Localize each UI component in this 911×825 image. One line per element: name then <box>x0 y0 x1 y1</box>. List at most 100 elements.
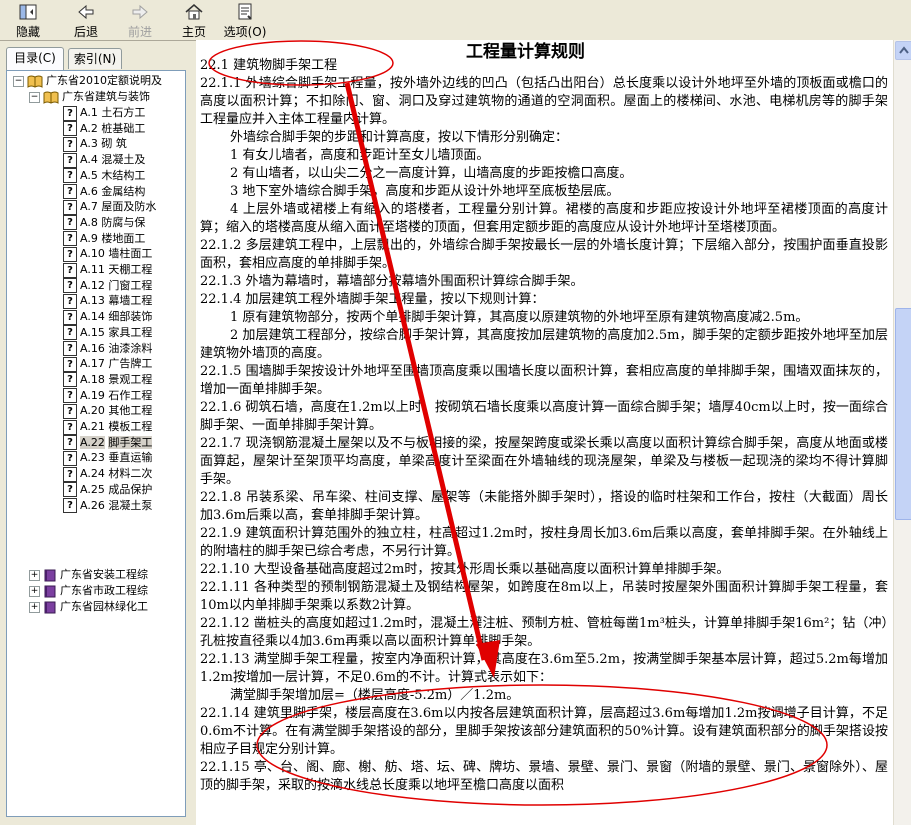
rule-paragraph: 外墙综合脚手架的步距和计算高度，按以下情形分别确定： <box>230 130 569 145</box>
options-button[interactable]: 选项(O) <box>222 2 268 39</box>
scroll-up-button[interactable] <box>895 41 911 60</box>
rule-paragraph: 1 有女儿墙者，高度和步距计至女儿墙顶面。 <box>230 148 490 163</box>
tree-item-a-18[interactable]: ? A.18 景观工程 <box>63 372 152 388</box>
hide-pane-icon <box>19 4 37 20</box>
tree-item-a-17[interactable]: ? A.17 广告牌工 <box>63 356 152 372</box>
rule-paragraph: 2 加层建筑工程部分，按综合脚手架计算，其高度按加层建筑物的高度加2.5m，脚手… <box>200 328 888 361</box>
tree-node-building[interactable]: − 广东省建筑与装饰 <box>29 89 150 105</box>
tree-item-a-2[interactable]: ? A.2 桩基础工 <box>63 121 145 137</box>
rule-paragraph: 22.1 建筑物脚手架工程 <box>200 58 338 73</box>
contents-tree: − 广东省2010定额说明及 − 广东省建筑与装饰 ? A.1 土石方工? A.2 桩基… <box>6 70 186 817</box>
tree-item-a-4[interactable]: ? A.4 混凝土及 <box>63 152 145 168</box>
rule-paragraph: 22.1.14 建筑里脚手架，楼层高度在3.6m以内按各层建筑面积计算，层高超过… <box>200 706 888 757</box>
tree-item-a-15[interactable]: ? A.15 家具工程 <box>63 325 152 341</box>
tree-item-a-6[interactable]: ? A.6 金属结构 <box>63 184 145 200</box>
help-page-icon: ? <box>63 136 77 152</box>
expand-icon[interactable]: + <box>29 569 40 581</box>
tree-item-a-8[interactable]: ? A.8 防腐与保 <box>63 215 145 231</box>
rule-paragraph: 3 地下室外墙综合脚手架，高度和步距从设计外地坪至底板垫层底。 <box>230 184 620 199</box>
back-arrow-icon <box>78 4 94 20</box>
tab-index[interactable]: 索引(N) <box>68 48 122 69</box>
tree-node-other-book[interactable]: + 广东省园林绿化工 <box>29 599 148 615</box>
help-page-icon: ? <box>63 482 77 498</box>
tree-item-a-13[interactable]: ? A.13 幕墙工程 <box>63 293 152 309</box>
tree-item-a-26[interactable]: ? A.26 混凝土泵 <box>63 498 152 514</box>
tree-item-a-14[interactable]: ? A.14 细部装饰 <box>63 309 152 325</box>
help-page-icon: ? <box>63 215 77 231</box>
tree-item-a-25[interactable]: ? A.25 成品保护 <box>63 482 152 498</box>
help-page-icon: ? <box>63 231 77 247</box>
tree-item-a-7[interactable]: ? A.7 屋面及防水 <box>63 199 156 215</box>
arrow-up-icon <box>899 46 909 54</box>
toolbar: 隐藏 后退 前进 主页 选项(O) <box>0 0 911 41</box>
tab-contents[interactable]: 目录(C) <box>6 47 64 70</box>
help-page-icon: ? <box>63 450 77 466</box>
rule-paragraph: 22.1.9 建筑面积计算范围外的独立柱，柱高超过1.2m时，按柱身周长加3.6… <box>200 526 888 559</box>
help-page-icon: ? <box>63 293 77 309</box>
help-page-icon: ? <box>63 152 77 168</box>
book-open-icon <box>43 91 59 104</box>
collapse-icon[interactable]: − <box>13 75 24 87</box>
tree-item-a-3[interactable]: ? A.3 砌 筑 <box>63 136 127 152</box>
help-page-icon: ? <box>63 388 77 404</box>
book-closed-icon <box>44 601 56 613</box>
tree-item-a-21[interactable]: ? A.21 模板工程 <box>63 419 152 435</box>
rule-paragraph: 22.1.8 吊装系梁、吊车梁、柱间支撑、屋架等（未能搭外脚手架时），搭设的临时… <box>200 490 888 523</box>
collapse-icon[interactable]: − <box>29 91 40 103</box>
rule-paragraph: 22.1.10 大型设备基础高度超过2m时，按其外形周长乘以基础高度以面积计算单… <box>200 562 730 577</box>
help-page-icon: ? <box>63 356 77 372</box>
tree-item-a-20[interactable]: ? A.20 其他工程 <box>63 403 152 419</box>
rule-paragraph: 22.1.2 多层建筑工程中，上层飘出的，外墙综合脚手架按最长一层的外墙长度计算… <box>200 238 888 271</box>
book-closed-icon <box>44 585 56 597</box>
rule-paragraph: 1 原有建筑物部分，按两个单排脚手架计算，其高度以原建筑物的外地坪至原有建筑物高… <box>230 310 809 325</box>
help-page-icon: ? <box>63 403 77 419</box>
forward-arrow-icon <box>132 4 148 20</box>
rule-paragraph: 22.1.1 外墙综合脚手架工程量，按外墙外边线的凹凸（包括凸出阳台）总长度乘以… <box>200 76 888 127</box>
tree-item-a-11[interactable]: ? A.11 天棚工程 <box>63 262 152 278</box>
forward-button[interactable]: 前进 <box>122 2 158 39</box>
rule-paragraph: 满堂脚手架增加层=（楼层高度-5.2m）／1.2m。 <box>230 688 520 703</box>
help-page-icon: ? <box>63 278 77 294</box>
scroll-thumb[interactable] <box>895 308 911 520</box>
expand-icon[interactable]: + <box>29 601 40 613</box>
rule-paragraph: 22.1.6 砌筑石墙，高度在1.2m以上时，按砌筑石墙长度乘以高度计算一面综合… <box>200 400 888 433</box>
vertical-scrollbar[interactable] <box>893 40 911 825</box>
help-page-icon: ? <box>63 199 77 215</box>
tree-node-root[interactable]: − 广东省2010定额说明及 <box>13 73 162 89</box>
help-page-icon: ? <box>63 309 77 325</box>
document-content: 工程量计算规则 22.1 建筑物脚手架工程 22.1.1 外墙综合脚手架工程量，按… <box>196 40 893 825</box>
back-label: 后退 <box>73 25 98 39</box>
tree-item-a-12[interactable]: ? A.12 门窗工程 <box>63 278 152 294</box>
rule-paragraph: 22.1.12 凿桩头的高度如超过1.2m时，混凝土灌注桩、预制方桩、管桩每凿1… <box>200 616 888 649</box>
tree-item-a-22[interactable]: ? A.22 脚手架工 <box>63 435 153 451</box>
help-page-icon: ? <box>63 341 77 356</box>
back-button[interactable]: 后退 <box>68 2 104 39</box>
tree-item-a-24[interactable]: ? A.24 材料二次 <box>63 466 152 482</box>
rule-paragraph: 22.1.5 围墙脚手架按设计外地坪至围墙顶高度乘以围墙长度以面积计算，套相应高… <box>200 364 888 397</box>
tree-item-a-16[interactable]: ? A.16 油漆涂料 <box>63 341 152 357</box>
options-label: 选项(O) <box>223 25 267 39</box>
book-closed-icon <box>44 569 56 581</box>
tree-item-a-5[interactable]: ? A.5 木结构工 <box>63 168 145 184</box>
tree-node-other-book[interactable]: + 广东省市政工程综 <box>29 583 148 599</box>
rule-paragraph: 22.1.13 满堂脚手架工程量，按室内净面积计算，其高度在3.6m至5.2m，… <box>200 652 888 685</box>
rules-text: 22.1 建筑物脚手架工程 22.1.1 外墙综合脚手架工程量，按外墙外边线的凹凸… <box>200 57 888 795</box>
home-button[interactable]: 主页 <box>176 2 212 39</box>
expand-icon[interactable]: + <box>29 585 40 597</box>
help-page-icon: ? <box>63 105 77 121</box>
help-page-icon: ? <box>63 419 77 435</box>
tree-item-a-9[interactable]: ? A.9 楼地面工 <box>63 231 145 247</box>
hide-button[interactable]: 隐藏 <box>10 2 46 39</box>
tree-item-a-1[interactable]: ? A.1 土石方工 <box>63 105 145 121</box>
rule-paragraph: 22.1.15 亭、台、阁、廊、榭、舫、塔、坛、碑、牌坊、景墙、景壁、景门、景窗… <box>200 760 888 793</box>
rule-paragraph: 22.1.11 各种类型的预制钢筋混凝土及钢结构屋架，如跨度在8m以上，吊装时按… <box>200 580 888 613</box>
help-page-icon: ? <box>63 121 77 137</box>
tree-node-other-book[interactable]: + 广东省安装工程综 <box>29 567 148 583</box>
book-open-icon <box>27 75 43 88</box>
tree-item-a-19[interactable]: ? A.19 石作工程 <box>63 388 152 404</box>
help-page-icon: ? <box>63 435 77 451</box>
help-page-icon: ? <box>63 184 77 199</box>
navigation-pane: 目录(C) 索引(N) − 广东省2010定额说明及 − 广东省建筑与装饰 ? A.1… <box>0 40 190 825</box>
tree-item-a-10[interactable]: ? A.10 墙柱面工 <box>63 246 152 262</box>
tree-item-a-23[interactable]: ? A.23 垂直运输 <box>63 450 152 466</box>
